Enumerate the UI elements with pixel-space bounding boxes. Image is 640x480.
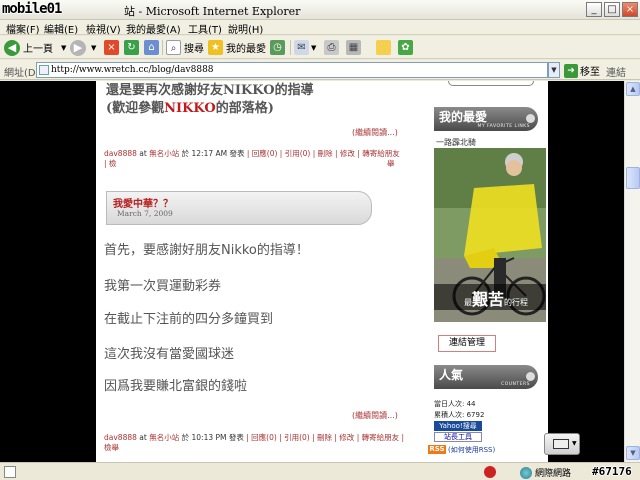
messenger-icon: ✿	[398, 40, 413, 55]
printer-icon: ⎙	[324, 40, 339, 55]
post-meta: dav8888 at 無名小站 於 12:17 AM 發表 | 回應(0) | …	[104, 149, 400, 168]
history-button[interactable]: ◷	[270, 39, 285, 56]
menu-edit[interactable]: 編輯(E)	[44, 21, 78, 36]
menu-tools[interactable]: 工具(T)	[188, 21, 222, 36]
total-visits: 累積人次: 6792	[434, 411, 485, 419]
post-text-line: 我第一次買運動彩券	[104, 279, 222, 294]
page-icon	[39, 65, 49, 75]
links-management-button[interactable]: 連結管理	[438, 335, 496, 352]
post-title[interactable]: 我愛中華？？	[113, 195, 173, 210]
menu-view[interactable]: 檢視(V)	[86, 21, 121, 36]
web-content: 還是要再次感謝好友NIKKO的指導 (歡迎參觀NIKKO的部落格) (繼續閱讀.…	[0, 81, 624, 462]
address-input[interactable]: http://www.wretch.cc/blog/dav8888	[36, 62, 548, 78]
page-status-icon	[4, 466, 16, 478]
note-icon	[376, 40, 391, 55]
title-bar: mobile01 站 - Microsoft Internet Explorer…	[0, 0, 640, 20]
back-dropdown-icon[interactable]: ▼	[61, 44, 66, 52]
menu-favorites[interactable]: 我的最愛(A)	[126, 21, 181, 36]
close-button[interactable]: ×	[622, 2, 638, 17]
back-button[interactable]: ◀ 上一頁 ▼	[4, 39, 66, 56]
scroll-down-icon[interactable]: ▼	[626, 446, 640, 460]
banner-line-2: (歡迎參觀NIKKO的部落格)	[106, 101, 274, 116]
address-dropdown-icon[interactable]: ▼	[548, 62, 560, 78]
post-text-line: 首先，要感謝好朋友Nikko的指導！	[104, 243, 309, 258]
refresh-icon: ↻	[124, 40, 139, 55]
favorites-button[interactable]: ★ 我的最愛	[208, 39, 266, 56]
blog-sidebar: 我的最愛 MY FAVORITE LINKS 一路霹北騎 最艱苦的行程 連結管理…	[428, 81, 548, 462]
edit-button[interactable]: ▦	[346, 39, 361, 56]
forward-dropdown-icon[interactable]: ▼	[91, 44, 96, 52]
post-meta: dav8888 at 無名小站 於 10:13 PM 發表 | 回應(0) | …	[104, 433, 405, 452]
keyboard-icon	[553, 439, 569, 449]
image-watermark: #67176	[592, 465, 632, 478]
blog-main-column: 還是要再次感謝好友NIKKO的指導 (歡迎參觀NIKKO的部落格) (繼續閱讀.…	[96, 81, 434, 462]
today-visits: 當日人次: 44	[434, 400, 476, 408]
history-icon: ◷	[270, 40, 285, 55]
search-icon: ⌕	[166, 40, 181, 55]
back-arrow-icon: ◀	[4, 39, 20, 56]
post-text-line: 這次我沒有當愛國球迷	[104, 347, 235, 362]
rss-help-link[interactable]: (如何使用RSS)	[448, 445, 495, 455]
mobile01-watermark-logo: mobile01	[2, 1, 62, 17]
scrollbar-thumb[interactable]	[626, 167, 640, 189]
keyboard-dropdown-icon: ▼	[572, 440, 577, 447]
vertical-scrollbar[interactable]: ▲ ▼	[624, 81, 640, 462]
address-bar: 網址(D) http://www.wretch.cc/blog/dav8888 …	[0, 60, 640, 80]
popularity-widget-header: 人氣 COUNTERS	[434, 365, 538, 389]
security-icon	[484, 466, 496, 478]
post-date: March 7, 2009	[117, 209, 173, 218]
previous-widget-edge	[448, 81, 534, 86]
mail-button[interactable]: ✉ ▼	[294, 39, 316, 56]
banner-line-1: 還是要再次感謝好友NIKKO的指導	[106, 83, 314, 98]
cycling-photo[interactable]: 最艱苦的行程	[434, 148, 546, 322]
notes-button[interactable]	[376, 39, 391, 56]
post-header: 我愛中華？？ March 7, 2009	[106, 191, 372, 225]
forward-arrow-icon: ▶	[70, 39, 86, 56]
menu-file[interactable]: 檔案(F)	[6, 21, 40, 36]
post-text-line: 在截止下注前的四分多鐘買到	[104, 312, 274, 327]
post-text-line: 因爲我要賺北富銀的錢啦	[104, 379, 248, 394]
webmaster-tools-badge[interactable]: 站長工具	[434, 432, 482, 442]
toolbar-separator	[162, 40, 163, 55]
maximize-button[interactable]: □	[604, 2, 620, 17]
address-label: 網址(D)	[4, 68, 40, 79]
menu-help[interactable]: 說明(H)	[228, 21, 263, 36]
minimize-button[interactable]: _	[586, 2, 602, 17]
bullet-icon	[526, 114, 535, 123]
screen-keyboard-button[interactable]: ▼	[544, 433, 580, 455]
rss-badge[interactable]: RSS	[428, 445, 446, 454]
toolbar-separator	[290, 40, 291, 55]
mail-dropdown-icon[interactable]: ▼	[311, 44, 316, 52]
edit-icon: ▦	[346, 40, 361, 55]
read-more-link[interactable]: (繼續閱讀...)	[352, 127, 398, 138]
browser-window: mobile01 站 - Microsoft Internet Explorer…	[0, 0, 640, 480]
status-bar: 網際網路 #67176	[0, 462, 640, 480]
home-icon: ⌂	[144, 40, 159, 55]
forward-button[interactable]: ▶ ▼	[70, 39, 96, 56]
menu-bar: 檔案(F) 編輯(E) 檢視(V) 我的最愛(A) 工具(T) 說明(H)	[0, 20, 640, 36]
refresh-button[interactable]: ↻	[124, 39, 139, 56]
stop-button[interactable]: ×	[104, 39, 119, 56]
toolbar: ◀ 上一頁 ▼ ▶ ▼ × ↻ ⌂ ⌕ 搜尋 ★ 我的最愛 ◷ ✉ ▼ ⎙ ▦ …	[0, 36, 640, 59]
bullet-icon	[526, 372, 535, 381]
links-label[interactable]: 連結	[606, 64, 626, 79]
yahoo-search-badge[interactable]: Yahoo!搜尋	[434, 421, 482, 431]
star-icon: ★	[208, 40, 223, 55]
window-title: 站 - Microsoft Internet Explorer	[124, 5, 301, 18]
messenger-button[interactable]: ✿	[398, 39, 413, 56]
home-button[interactable]: ⌂	[144, 39, 159, 56]
favorites-widget-header: 我的最愛 MY FAVORITE LINKS	[434, 107, 538, 131]
globe-icon	[520, 466, 532, 479]
scroll-up-icon[interactable]: ▲	[626, 82, 640, 96]
read-more-link[interactable]: (繼續閱讀...)	[352, 410, 398, 421]
go-arrow-icon: ➜	[564, 63, 578, 78]
stop-icon: ×	[104, 40, 119, 55]
favorite-link[interactable]: 一路霹北騎	[436, 137, 476, 148]
security-zone: 網際網路	[520, 466, 571, 479]
search-button[interactable]: ⌕ 搜尋	[166, 39, 204, 56]
print-button[interactable]: ⎙	[324, 39, 339, 56]
mail-icon: ✉	[294, 40, 309, 55]
go-button[interactable]: ➜ 移至	[564, 63, 600, 78]
photo-caption: 最艱苦的行程	[464, 290, 529, 309]
